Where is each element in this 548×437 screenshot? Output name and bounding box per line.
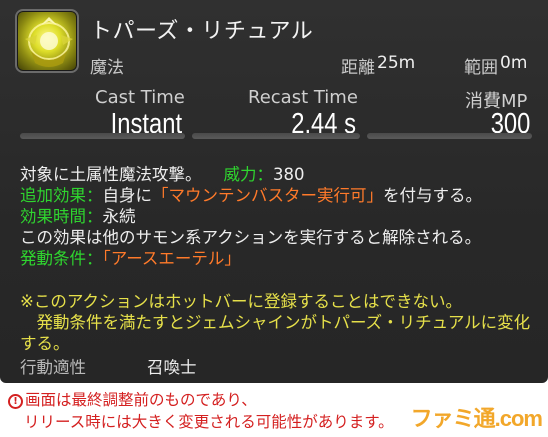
disclaimer-line-2: リリース時には大きく変更される可能性があります。 xyxy=(24,413,394,431)
disclaimer-text-1: 画面は最終調整前のものであり、 xyxy=(25,391,257,409)
recast-time-bar xyxy=(192,133,360,139)
recast-time-label: Recast Time xyxy=(248,87,358,108)
note-line-2: 発動条件を満たすとジェムシャインがトパーズ・リチュアルに変化 xyxy=(20,313,531,332)
mp-cost-bar xyxy=(367,133,532,139)
additional-effect-text-b: を付与する。 xyxy=(383,186,482,205)
action-category: 魔法 xyxy=(90,58,124,78)
job-label: 行動適性 xyxy=(20,358,86,377)
disclaimer-line-1: ! 画面は最終調整前のものであり、 xyxy=(8,388,257,410)
warning-icon: ! xyxy=(8,394,23,409)
cast-time-label: Cast Time xyxy=(95,87,185,108)
action-tooltip: トパーズ・リチュアル 魔法 距離 25m 範囲 0m Cast Time Rec… xyxy=(0,0,548,383)
radius-label: 範囲 xyxy=(464,58,498,78)
range-value: 25m xyxy=(377,53,416,73)
action-name: トパーズ・リチュアル xyxy=(90,19,314,44)
radius-value: 0m xyxy=(500,53,528,73)
job-value: 召喚士 xyxy=(147,358,197,377)
topaz-ritual-icon xyxy=(15,9,79,73)
note-line-3: する。 xyxy=(20,334,70,353)
famitsu-watermark: ファミ通.com xyxy=(410,406,543,431)
additional-effect-status: 「マウンテンバスター実行可」 xyxy=(152,186,383,205)
range-label: 距離 xyxy=(341,58,375,78)
cast-time-bar xyxy=(20,133,185,139)
requirement-label: 発動条件： xyxy=(20,249,103,268)
requirement-status: 「アースエーテル」 xyxy=(102,249,241,268)
disclaimer-footer: ! 画面は最終調整前のものであり、 リリース時には大きく変更される可能性があります… xyxy=(0,383,548,437)
description-line-5: 発動条件：「アースエーテル」 xyxy=(20,245,241,269)
